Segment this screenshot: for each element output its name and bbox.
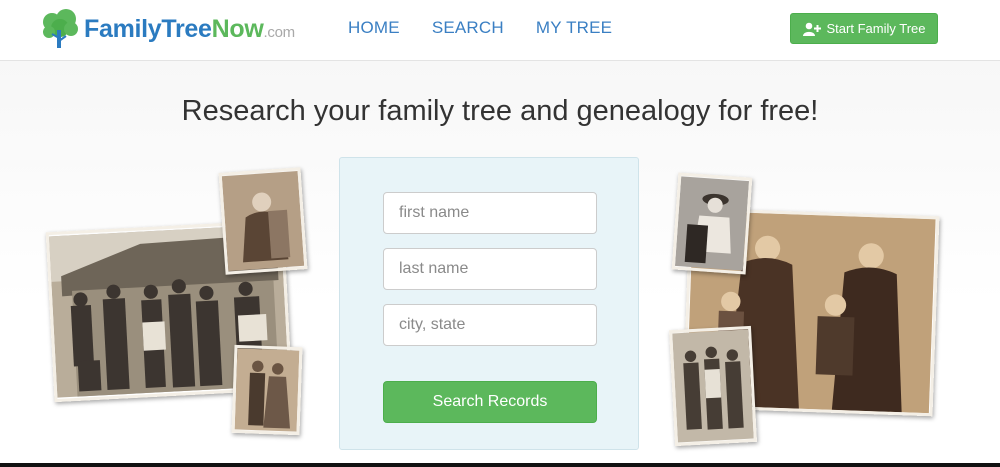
nav-link-my-tree[interactable]: MY TREE bbox=[536, 18, 612, 38]
brand-part-now: Now bbox=[211, 14, 264, 43]
top-navbar: FamilyTreeNow.com HOME SEARCH MY TREE St… bbox=[0, 0, 1000, 61]
bottom-divider bbox=[0, 463, 1000, 467]
nav-link-search[interactable]: SEARCH bbox=[432, 18, 504, 38]
add-user-icon bbox=[802, 22, 821, 36]
little-girl-portrait-photo bbox=[671, 172, 753, 275]
brand-name: FamilyTreeNow.com bbox=[84, 15, 295, 44]
tree-logo-icon bbox=[43, 9, 78, 48]
start-family-tree-label: Start Family Tree bbox=[826, 21, 926, 36]
child-portrait-photo bbox=[218, 167, 308, 275]
group-costume-photo bbox=[669, 325, 757, 447]
start-family-tree-button[interactable]: Start Family Tree bbox=[790, 13, 938, 44]
first-name-input[interactable] bbox=[383, 192, 597, 234]
last-name-input[interactable] bbox=[383, 248, 597, 290]
city-state-input[interactable] bbox=[383, 304, 597, 346]
brand-part-domain: .com bbox=[263, 23, 296, 41]
logo[interactable]: FamilyTreeNow.com bbox=[40, 8, 295, 50]
wedding-couple-photo bbox=[231, 344, 303, 436]
nav-link-home[interactable]: HOME bbox=[348, 18, 400, 38]
search-records-button[interactable]: Search Records bbox=[383, 381, 597, 423]
brand-part-family-tree: FamilyTree bbox=[84, 14, 212, 43]
main-menu: HOME SEARCH MY TREE bbox=[348, 18, 644, 38]
page-headline: Research your family tree and genealogy … bbox=[181, 95, 819, 127]
search-form-panel: Search Records bbox=[339, 157, 639, 450]
